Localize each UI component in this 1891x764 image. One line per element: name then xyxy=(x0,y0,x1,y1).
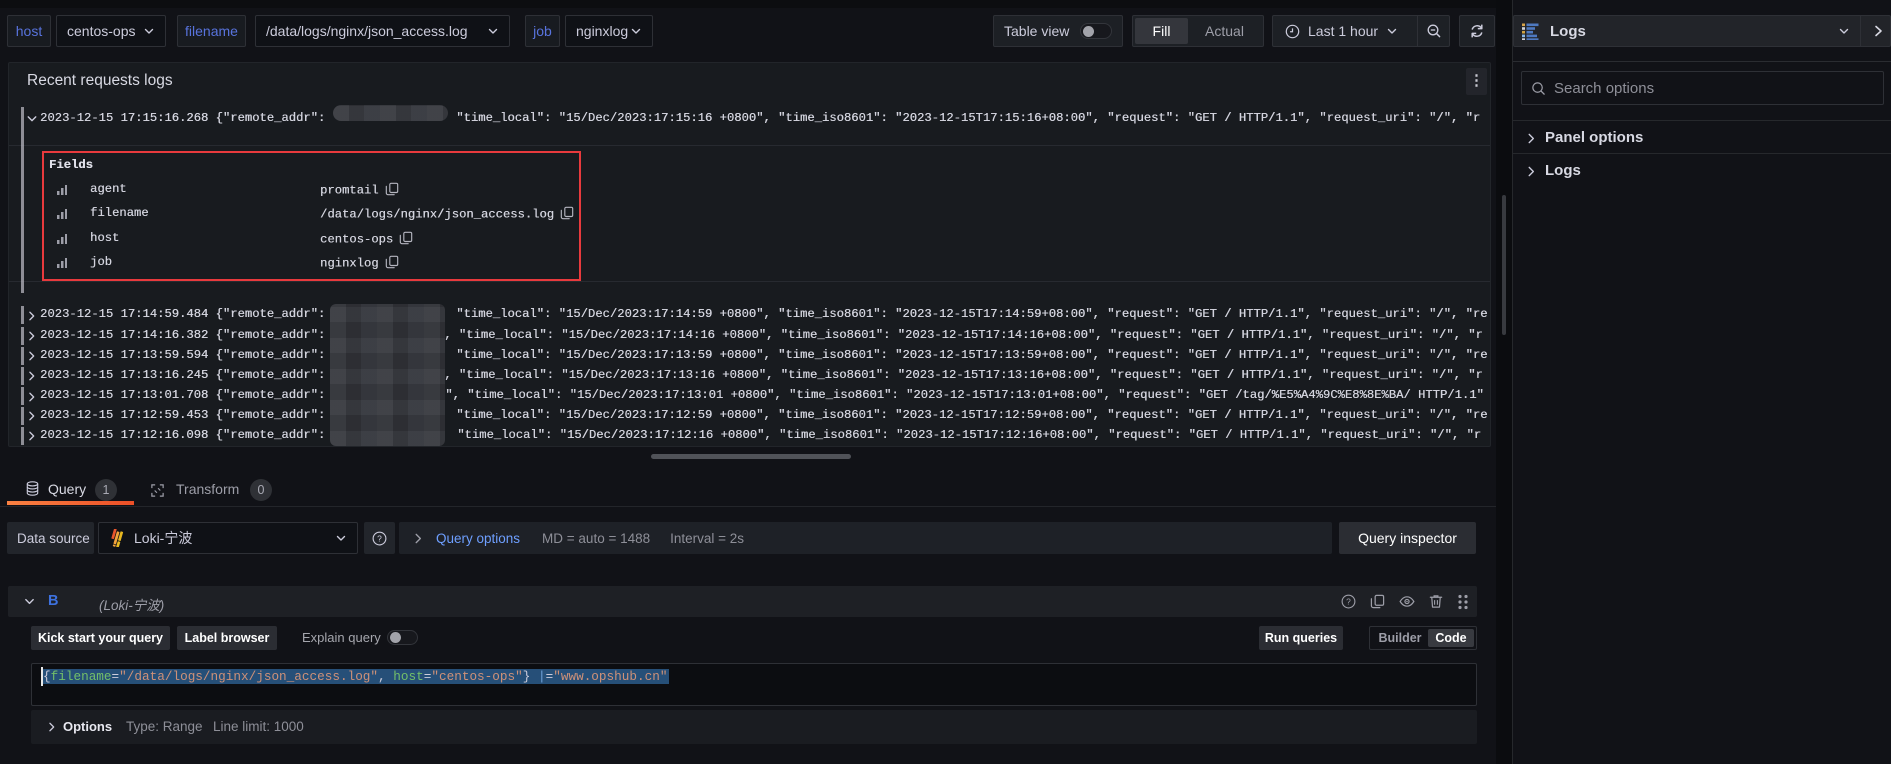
svg-text:?: ? xyxy=(1346,596,1351,606)
svg-text:?: ? xyxy=(377,533,382,543)
